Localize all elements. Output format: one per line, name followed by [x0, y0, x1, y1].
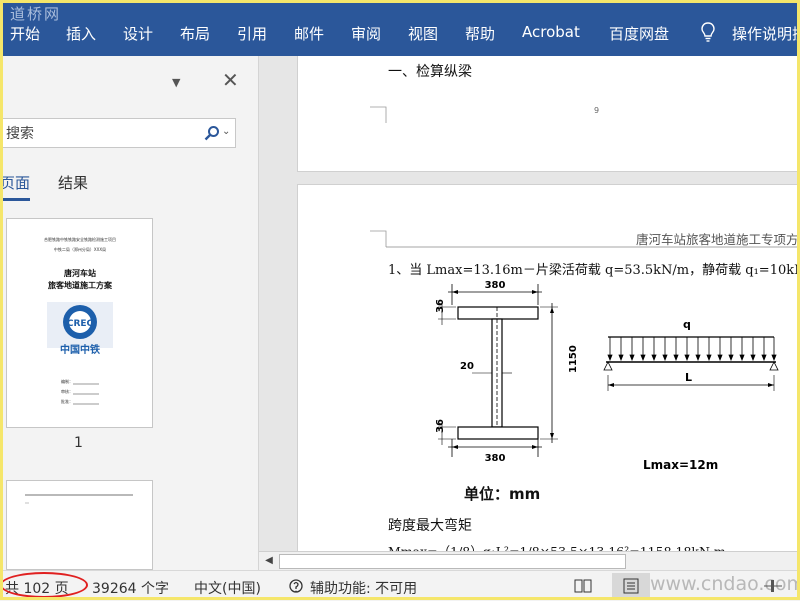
span-l-label: L — [685, 371, 692, 384]
bottom-flange-label: 36 — [435, 419, 446, 433]
cover-field-1: 编制： — [61, 378, 73, 384]
cover-logo-text: 中国中铁 — [60, 343, 100, 356]
crec-logo-icon: CREC — [47, 302, 113, 348]
page-header-text: 唐河车站旅客地道施工专项方案 — [636, 232, 800, 247]
tab-pages[interactable]: 页面 — [0, 172, 30, 193]
word-count[interactable]: 39264 个字 — [92, 578, 169, 598]
cover-field-2: 审核： — [61, 388, 73, 394]
watermark-logo: 道桥网 — [10, 5, 62, 23]
cover-title-1: 唐河车站 — [64, 268, 96, 278]
unit-label: 单位：mm — [464, 485, 541, 503]
max-moment-heading: 跨度最大弯矩 — [388, 518, 472, 534]
pane-options-chevron-down-icon[interactable]: ▼ — [172, 76, 180, 89]
tab-insert[interactable]: 插入 — [66, 23, 96, 44]
tab-mailings[interactable]: 邮件 — [294, 23, 324, 44]
horizontal-scrollbar[interactable]: ◀ — [259, 551, 800, 571]
tab-review[interactable]: 审阅 — [351, 23, 381, 44]
web-thickness-label: 20 — [460, 361, 474, 372]
load-paragraph: 1、当 Lmax=13.16m－片梁活荷载 q=53.5kN/m，静荷载 q₁=… — [388, 263, 800, 278]
thumbnail-page-number: 1 — [74, 435, 83, 451]
cover-line-2: 中铁二局（郑州分局）XXX局 — [54, 246, 106, 252]
height-label: 1150 — [568, 345, 579, 373]
status-bar: 共 102 页 39264 个字 中文(中国) 辅助功能: 不可用 www.cn… — [0, 570, 800, 601]
cover-page-preview: 合肥铁路中铁铁路安全铁路检测施工项目 中铁二局（郑州分局）XXX局 唐河车站 旅… — [44, 236, 116, 405]
lightbulb-icon[interactable] — [700, 22, 716, 42]
ribbon: 道桥网 开始 插入 设计 布局 引用 邮件 审阅 视图 帮助 Acrobat 百… — [0, 0, 800, 56]
load-q-label: q — [683, 318, 691, 331]
nav-search-box[interactable]: ⌄ — [0, 118, 236, 148]
tab-layout[interactable]: 布局 — [180, 23, 210, 44]
svg-text:9: 9 — [594, 106, 599, 115]
page-thumbnail-2[interactable] — [6, 480, 153, 570]
tab-baidu-netdisk[interactable]: 百度网盘 — [609, 23, 669, 44]
read-mode-icon[interactable] — [574, 578, 592, 594]
bottom-width-label: 380 — [485, 453, 506, 464]
top-width-label: 380 — [485, 280, 506, 291]
tab-help[interactable]: 帮助 — [465, 23, 495, 44]
language-status[interactable]: 中文(中国) — [194, 578, 261, 598]
cover-field-3: 批准： — [61, 398, 73, 404]
document-area: 一、检算纵梁 9 唐河车站旅客地道施工专项方案 1、当 Lmax=13.16m－… — [259, 56, 800, 570]
cover-title-2: 旅客地道施工方案 — [48, 280, 113, 290]
tab-view[interactable]: 视图 — [408, 23, 438, 44]
page-thumbnail-1[interactable]: 合肥铁路中铁铁路安全铁路检测施工项目 中铁二局（郑州分局）XXX局 唐河车站 旅… — [6, 218, 153, 428]
accessibility-status[interactable]: 辅助功能: 不可用 — [310, 578, 417, 598]
i-beam-section-diagram: 380 36 36 20 1150 380 — [435, 280, 579, 464]
search-icon[interactable] — [204, 125, 220, 141]
tell-me-search[interactable]: 操作说明搜 — [732, 23, 800, 44]
page1-marks: 9 — [370, 106, 599, 123]
tab-acrobat[interactable]: Acrobat — [522, 23, 580, 41]
close-icon[interactable]: ✕ — [222, 68, 239, 92]
document-page: 一、检算纵梁 9 — [297, 56, 800, 172]
svg-text:CREC: CREC — [67, 319, 94, 329]
document-page-2: 唐河车站旅客地道施工专项方案 1、当 Lmax=13.16m－片梁活荷载 q=5… — [297, 184, 800, 570]
zoom-slider-icon[interactable] — [764, 578, 782, 594]
navigation-pane: ▼ ✕ ⌄ 页面 结果 合肥铁路中铁铁路安全铁路检测施工项目 中铁二局（郑州分局… — [0, 56, 259, 570]
tab-design[interactable]: 设计 — [123, 23, 153, 44]
lmax-label: Lmax=12m — [643, 458, 718, 472]
search-input[interactable] — [4, 123, 198, 145]
top-flange-label: 36 — [435, 299, 446, 313]
print-layout-icon[interactable] — [622, 578, 640, 594]
cover-line-1: 合肥铁路中铁铁路安全铁路检测施工项目 — [44, 236, 116, 242]
tab-home[interactable]: 开始 — [10, 23, 40, 44]
scroll-left-icon[interactable]: ◀ — [261, 553, 277, 569]
tab-results[interactable]: 结果 — [58, 172, 88, 193]
search-options-chevron-down-icon[interactable]: ⌄ — [222, 126, 230, 137]
accessibility-icon[interactable] — [288, 578, 306, 596]
active-tab-indicator — [0, 198, 30, 201]
tab-references[interactable]: 引用 — [237, 23, 267, 44]
beam-load-diagram: q L Lmax=12m — [603, 318, 779, 472]
page-2-preview — [25, 494, 133, 504]
highlight-circle — [0, 572, 88, 598]
scrollbar-thumb[interactable] — [279, 554, 626, 569]
